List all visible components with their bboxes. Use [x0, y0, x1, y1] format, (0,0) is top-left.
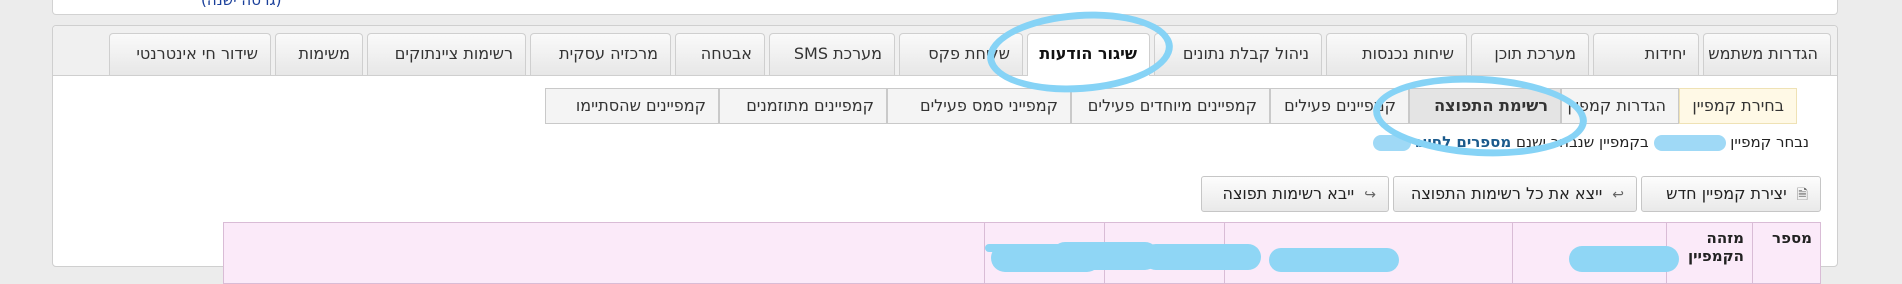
subtab-label: קמפיינים מתוזמנים [746, 96, 874, 115]
tab-label: מרכזיה עסקית [559, 44, 658, 63]
main-panel: הגדרות משתמש יחידות מערכת תוכן שיחות נכנ… [52, 5, 1838, 284]
tab-label: שיחות נכנסות [1362, 44, 1454, 63]
subtab-label: קמפיינים שהסתיימו [575, 96, 706, 115]
subtab-scheduled[interactable]: קמפיינים מתוזמנים [719, 88, 887, 124]
redaction-mark [1269, 248, 1399, 272]
highlight-circle [984, 5, 1176, 99]
subtab-label: קמפייני סמס פעילים [919, 96, 1058, 115]
import-icon: ↪ [1364, 187, 1376, 203]
import-lists-button[interactable]: ↪ ייבא רשימות תפוצה [1201, 176, 1389, 212]
tab-incoming-calls[interactable]: שיחות נכנסות [1326, 33, 1467, 75]
new-campaign-button[interactable]: 🗎 יצירת קמפיין חדש [1641, 176, 1821, 212]
tab-label: מערכת SMS [793, 44, 882, 63]
main-tab-bar: הגדרות משתמש יחידות מערכת תוכן שיחות נכנ… [53, 26, 1837, 76]
redacted-campaign-name [1653, 134, 1726, 151]
tab-business-pbx[interactable]: מרכזיה עסקית [530, 33, 671, 75]
subtab-label: בחירת קמפיין [1692, 96, 1784, 115]
tab-security[interactable]: אבטחה [675, 33, 765, 75]
tab-lists[interactable]: רשימות ציינתוקים [367, 33, 526, 75]
tab-label: אבטחה [700, 44, 752, 63]
tab-label: משימות [298, 44, 350, 63]
column-header-number[interactable]: מספר [1752, 223, 1820, 283]
tab-content-system[interactable]: מערכת תוכן [1471, 33, 1589, 75]
export-all-lists-button[interactable]: ↩ ייצא את כל רשימות התפוצה [1393, 176, 1637, 212]
export-icon: ↩ [1612, 187, 1624, 203]
tab-label: שידור חי אינטרנטי [136, 44, 258, 63]
tab-label: רשימות ציינתוקים [394, 44, 513, 63]
new-file-icon: 🗎 [1796, 187, 1808, 203]
column-header-label: מזהה הקמפיין [1687, 229, 1744, 265]
old-version-link[interactable]: (גרסה ישנה) [201, 0, 281, 9]
subtab-special-active[interactable]: קמפיינים מיוחדים פעילים [1071, 88, 1270, 124]
redaction-mark [1143, 244, 1261, 270]
tab-data-management[interactable]: ניהול קבלת נתונים [1154, 33, 1322, 75]
redaction-mark [985, 244, 1045, 252]
tab-units[interactable]: יחידות [1593, 33, 1699, 75]
redaction-mark [1569, 246, 1679, 272]
top-strip: (גרסה ישנה) [52, 0, 1838, 15]
tab-label: הגדרות משתמש [1708, 44, 1818, 63]
tab-tasks[interactable]: משימות [275, 33, 363, 75]
button-label: ייצא את כל רשימות התפוצה [1410, 184, 1603, 203]
subtab-label: קמפיינים מיוחדים פעילים [1087, 96, 1257, 115]
subtab-ended[interactable]: קמפיינים שהסתיימו [545, 88, 719, 124]
tab-sms[interactable]: מערכת SMS [769, 33, 895, 75]
button-label: יצירת קמפיין חדש [1666, 184, 1787, 203]
button-label: ייבא רשימות תפוצה [1222, 184, 1355, 203]
tab-live-broadcast[interactable]: שידור חי אינטרנטי [109, 33, 271, 75]
subtab-campaign-select[interactable]: בחירת קמפיין [1679, 88, 1797, 124]
tab-label: ניהול קבלת נתונים [1182, 44, 1309, 63]
subtab-sms-active[interactable]: קמפייני סמס פעילים [887, 88, 1071, 124]
tab-user-settings[interactable]: הגדרות משתמש [1703, 33, 1831, 75]
tab-label: מערכת תוכן [1494, 44, 1576, 63]
column-header-label: מספר [1772, 229, 1812, 247]
column-header-campaign-id[interactable]: מזהה הקמפיין [1666, 223, 1752, 283]
info-prefix: נבחר קמפיין [1730, 133, 1809, 151]
tab-label: יחידות [1644, 44, 1686, 63]
